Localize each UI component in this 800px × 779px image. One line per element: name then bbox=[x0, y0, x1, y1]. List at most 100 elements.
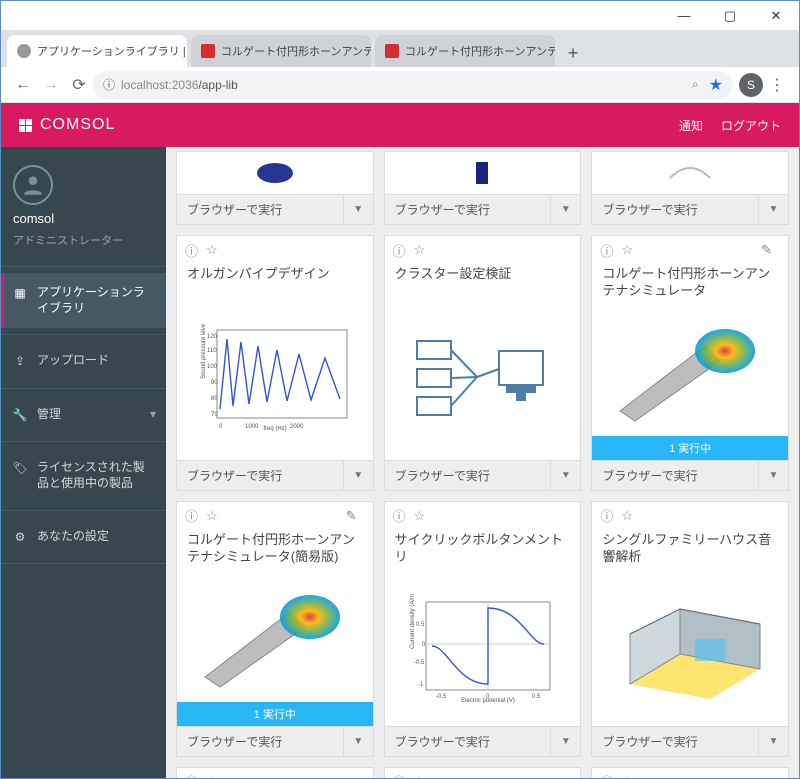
app-card: ⓘ☆ ジャケット付き円筒リアクター bbox=[176, 767, 374, 778]
info-icon[interactable]: ⓘ bbox=[393, 506, 406, 525]
favicon-icon bbox=[201, 44, 215, 58]
app-thumbnail bbox=[452, 158, 512, 188]
sidebar-item-admin[interactable]: 🔧管理▾ bbox=[1, 395, 166, 436]
sidebar-item-label: 管理 bbox=[37, 407, 61, 423]
brand-name: COMSOL bbox=[40, 116, 115, 134]
sidebar-item-upload[interactable]: ⇪アップロード bbox=[1, 341, 166, 382]
card-title: コルゲート付円形ホーンアンテナシミュレータ bbox=[592, 264, 788, 306]
app-card: ⓘ ☆ シングルファミリーハウス音響解析 ブラウザーで実行▼ bbox=[591, 501, 789, 757]
run-dropdown[interactable]: ▼ bbox=[758, 461, 788, 490]
site-info-icon[interactable]: ⓘ bbox=[103, 76, 115, 93]
svg-text:-0.5: -0.5 bbox=[414, 660, 425, 666]
app-card: ⓘ☆ サイクリックボルタンメントリ Current density (A/m²)… bbox=[384, 501, 582, 757]
info-icon[interactable]: ⓘ bbox=[393, 241, 406, 260]
main-content[interactable]: ブラウザーで実行▼ ブラウザーで実行▼ ブラウザーで実行▼ ⓘ☆ オルガンパイプ… bbox=[166, 147, 799, 778]
app-card: ⓘ☆✎ コルゲート付円形ホーンアンテナシミュレータ 1 実行中 ブラウザーで実行… bbox=[591, 235, 789, 491]
tab-title: コルゲート付円形ホーンアンテナシミュ... bbox=[221, 43, 371, 59]
info-icon[interactable]: ⓘ bbox=[185, 772, 198, 778]
star-icon[interactable]: ☆ bbox=[414, 508, 426, 524]
info-icon[interactable]: ⓘ bbox=[600, 506, 613, 525]
info-icon[interactable]: ⓘ bbox=[393, 772, 406, 778]
nav-forward-button[interactable]: → bbox=[37, 71, 65, 99]
address-bar[interactable]: ⓘ localhost:2036/app-lib ⌕ ★ bbox=[93, 71, 733, 99]
star-icon[interactable]: ☆ bbox=[621, 242, 633, 258]
app-card: ⓘ ☆ クラスター設定検証 ブラウザーで実行▼ bbox=[384, 235, 582, 491]
info-icon[interactable]: ⓘ bbox=[185, 506, 198, 525]
svg-text:-0.5: -0.5 bbox=[436, 694, 447, 700]
app-thumbnail bbox=[177, 572, 373, 702]
window-close[interactable]: ✕ bbox=[753, 1, 799, 31]
star-icon[interactable]: ☆ bbox=[206, 508, 218, 524]
run-button[interactable]: ブラウザーで実行 bbox=[385, 195, 551, 224]
sidebar-item-app-library[interactable]: ▦アプリケーションライブラリ bbox=[1, 273, 166, 328]
sidebar-item-label: ライセンスされた製品と使用中の製品 bbox=[37, 460, 156, 491]
new-tab-button[interactable]: + bbox=[559, 39, 587, 67]
star-icon[interactable]: ☆ bbox=[206, 774, 218, 778]
window-maximize[interactable]: ▢ bbox=[707, 1, 753, 31]
app-thumbnail bbox=[385, 298, 581, 460]
card-title: クラスター設定検証 bbox=[385, 264, 581, 298]
app-header: COMSOL 通知 ログアウト bbox=[1, 103, 799, 147]
run-dropdown[interactable]: ▼ bbox=[758, 727, 788, 756]
card-title: シングルファミリーハウス音響解析 bbox=[592, 530, 788, 572]
run-dropdown[interactable]: ▼ bbox=[758, 195, 788, 224]
run-button[interactable]: ブラウザーで実行 bbox=[592, 461, 758, 490]
sidebar-item-label: あなたの設定 bbox=[37, 529, 109, 545]
svg-text:120: 120 bbox=[207, 334, 218, 340]
card-title: コルゲート付円形ホーンアンテナシミュレータ(簡易版) bbox=[177, 530, 373, 572]
wrench-icon: 🔧 bbox=[11, 407, 29, 424]
info-icon[interactable]: ⓘ bbox=[600, 241, 613, 260]
user-role: アドミニストレーター bbox=[13, 232, 154, 248]
run-dropdown[interactable]: ▼ bbox=[550, 461, 580, 490]
run-dropdown[interactable]: ▼ bbox=[550, 727, 580, 756]
sidebar-item-label: アップロード bbox=[37, 353, 109, 369]
run-dropdown[interactable]: ▼ bbox=[343, 195, 373, 224]
star-icon[interactable]: ★ bbox=[709, 75, 723, 95]
brand-logo[interactable]: COMSOL bbox=[19, 116, 115, 134]
browser-tab[interactable]: アプリケーションライブラリ | COMSOL...× bbox=[7, 35, 187, 67]
run-dropdown[interactable]: ▼ bbox=[343, 461, 373, 490]
run-button[interactable]: ブラウザーで実行 bbox=[385, 727, 551, 756]
run-button[interactable]: ブラウザーで実行 bbox=[177, 195, 343, 224]
browser-tab[interactable]: コルゲート付円形ホーンアンテナシミュ...× bbox=[191, 35, 371, 67]
sidebar-item-settings[interactable]: ⚙あなたの設定 bbox=[1, 517, 166, 558]
logo-icon bbox=[19, 119, 32, 132]
logout-link[interactable]: ログアウト bbox=[721, 117, 781, 134]
star-icon[interactable]: ☆ bbox=[621, 508, 633, 524]
app-card: ⓘ☆ タッチスクリーンシミュレーター bbox=[591, 767, 789, 778]
edit-icon[interactable]: ✎ bbox=[346, 508, 357, 524]
info-icon[interactable]: ⓘ bbox=[185, 241, 198, 260]
run-button[interactable]: ブラウザーで実行 bbox=[592, 195, 758, 224]
svg-text:1000: 1000 bbox=[245, 424, 259, 430]
run-button[interactable]: ブラウザーで実行 bbox=[177, 461, 343, 490]
edit-icon[interactable]: ✎ bbox=[761, 242, 772, 258]
svg-text:2000: 2000 bbox=[290, 424, 304, 430]
browser-tab[interactable]: コルゲート付円形ホーンアンテナシミュ...× bbox=[375, 35, 555, 67]
run-button[interactable]: ブラウザーで実行 bbox=[385, 461, 551, 490]
browser-menu-button[interactable]: ⋮ bbox=[763, 71, 791, 99]
sidebar-user: comsol アドミニストレーター bbox=[1, 147, 166, 260]
info-icon[interactable]: ⓘ bbox=[600, 772, 613, 778]
svg-text:0: 0 bbox=[422, 642, 426, 648]
favicon-icon bbox=[17, 44, 31, 58]
app-card: ⓘ☆✎ コルゲート付円形ホーンアンテナシミュレータ(簡易版) 1 実行中 ブラウ… bbox=[176, 501, 374, 757]
run-button[interactable]: ブラウザーで実行 bbox=[177, 727, 343, 756]
sidebar-item-label: アプリケーションライブラリ bbox=[37, 285, 156, 316]
star-icon[interactable]: ☆ bbox=[621, 774, 633, 778]
star-icon[interactable]: ☆ bbox=[206, 242, 218, 258]
profile-avatar[interactable]: S bbox=[739, 73, 763, 97]
run-dropdown[interactable]: ▼ bbox=[343, 727, 373, 756]
window-minimize[interactable]: — bbox=[661, 1, 707, 31]
run-button[interactable]: ブラウザーで実行 bbox=[592, 727, 758, 756]
notifications-link[interactable]: 通知 bbox=[679, 117, 703, 134]
nav-reload-button[interactable]: ⟳ bbox=[65, 71, 93, 99]
nav-back-button[interactable]: ← bbox=[9, 71, 37, 99]
sidebar-item-licenses[interactable]: 🏷ライセンスされた製品と使用中の製品 bbox=[1, 448, 166, 503]
star-icon[interactable]: ☆ bbox=[414, 774, 426, 778]
app-thumbnail: Current density (A/m²)Electric potential… bbox=[385, 572, 581, 726]
run-dropdown[interactable]: ▼ bbox=[550, 195, 580, 224]
star-icon[interactable]: ☆ bbox=[414, 242, 426, 258]
favicon-icon bbox=[385, 44, 399, 58]
key-icon[interactable]: ⌕ bbox=[692, 77, 699, 92]
window: — ▢ ✕ アプリケーションライブラリ | COMSOL...× コルゲート付円… bbox=[0, 0, 800, 779]
